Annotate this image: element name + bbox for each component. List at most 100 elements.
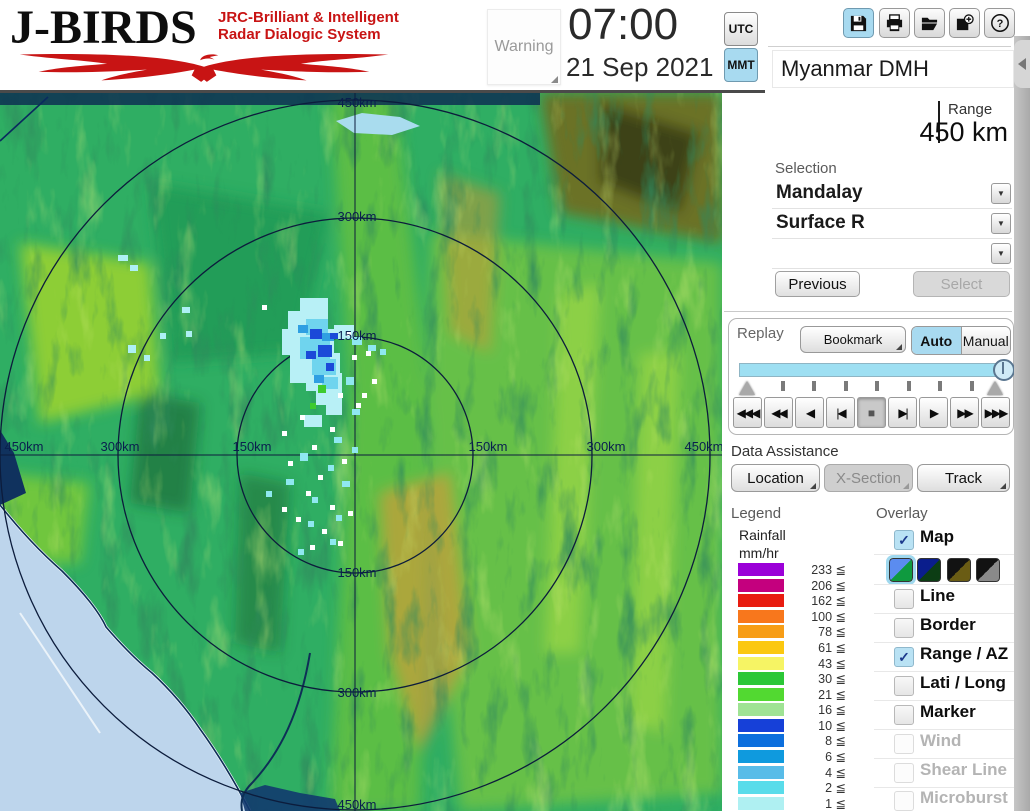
radar-map-area[interactable]: 450km 300km 150km 150km 300km 450km 450k… — [0, 93, 724, 811]
rewind-button[interactable]: ◀◀ — [764, 397, 793, 428]
save-icon — [850, 15, 867, 31]
bookmark-button-label: Bookmark — [823, 332, 883, 347]
replay-progress-slider[interactable] — [739, 359, 1015, 381]
site-dropdown[interactable]: Mandalay ▼ — [772, 180, 1012, 209]
play-button[interactable]: ▶ — [919, 397, 948, 428]
extra-dropdown[interactable]: ▼ — [772, 240, 1012, 269]
overlay-item-range-az: Range / AZ — [920, 644, 1009, 663]
product-dropdown[interactable]: Surface R ▼ — [772, 210, 1012, 239]
lati-long-checkbox[interactable] — [894, 676, 914, 696]
ring-label-top-300: 300km — [337, 209, 376, 224]
replay-label: Replay — [737, 325, 784, 342]
overlay-item-microburst: Microburst — [920, 788, 1008, 807]
utc-button[interactable]: UTC — [724, 12, 758, 46]
fast-rewind-button[interactable]: ◀◀◀ — [733, 397, 762, 428]
print-button[interactable] — [879, 8, 910, 38]
replay-tick — [812, 381, 816, 391]
legend-value: 1 ≦ — [825, 797, 846, 811]
site-dropdown-button[interactable]: ▼ — [991, 183, 1011, 204]
track-button[interactable]: Track — [917, 464, 1010, 492]
line-checkbox[interactable] — [894, 589, 914, 609]
map-style-swatch-1[interactable] — [886, 555, 916, 585]
microburst-checkbox — [894, 791, 914, 811]
logo-tagline-line1: JRC-Brilliant & Intelligent — [218, 9, 399, 26]
legend-swatch — [738, 672, 784, 685]
legend-swatch — [738, 657, 784, 670]
marker-checkbox[interactable] — [894, 705, 914, 725]
ring-label-bottom-300: 300km — [337, 685, 376, 700]
overlay-item-shear-line: Shear Line — [920, 760, 1007, 779]
legend-value: 8 ≦ — [825, 734, 846, 748]
panel-collapse-tab[interactable] — [1014, 40, 1030, 88]
logo-title: J-BIRDS — [10, 1, 197, 54]
map-style-swatch-3[interactable] — [947, 558, 971, 582]
map-style-swatch-2[interactable] — [917, 558, 941, 582]
selection-label: Selection — [775, 160, 837, 177]
map-style-swatch-4[interactable] — [976, 558, 1000, 582]
previous-button[interactable]: Previous — [775, 271, 860, 297]
legend-swatch — [738, 625, 784, 638]
menu-grip-icon — [903, 483, 909, 489]
range-value: 450 km — [919, 117, 1008, 147]
play-backward-button[interactable]: ◀ — [795, 397, 824, 428]
radar-map[interactable]: 450km 300km 150km 150km 300km 450km 450k… — [0, 93, 724, 811]
help-button[interactable]: ? — [984, 8, 1015, 38]
legend-value: 6 ≦ — [825, 750, 846, 764]
extra-dropdown-button[interactable]: ▼ — [991, 243, 1011, 264]
overlay-item-wind: Wind — [920, 731, 962, 750]
open-folder-icon — [921, 17, 938, 30]
legend-value: 4 ≦ — [825, 766, 846, 780]
collapse-left-arrow-icon — [1018, 58, 1026, 70]
overlay-divider — [874, 700, 1014, 701]
step-forward-button[interactable]: ▶| — [888, 397, 917, 428]
legend-value: 100 ≦ — [811, 610, 846, 624]
overlay-divider — [874, 671, 1014, 672]
menu-grip-icon — [896, 344, 902, 350]
replay-tick — [781, 381, 785, 391]
clock-date: 21 Sep 2021 — [566, 52, 714, 82]
legend-value: 206 ≦ — [811, 579, 846, 593]
eagle-icon — [19, 53, 389, 82]
replay-mode-toggle: Auto Manual — [911, 326, 1011, 355]
map-checkbox[interactable]: ✓ — [894, 530, 914, 550]
product-dropdown-value: Surface R — [776, 212, 865, 233]
overlay-item-line: Line — [920, 586, 955, 605]
stop-button[interactable]: ■ — [857, 397, 886, 428]
select-button[interactable]: Select — [913, 271, 1010, 297]
panel-edge-strip — [1014, 36, 1030, 811]
overlay-label: Overlay — [876, 505, 928, 522]
legend-value: 61 ≦ — [818, 641, 846, 655]
open-file-button[interactable] — [914, 8, 945, 38]
help-icon: ? — [990, 14, 1009, 32]
legend-swatch — [738, 688, 784, 701]
replay-end-marker[interactable] — [987, 381, 1003, 395]
manual-mode-button[interactable]: Manual — [960, 327, 1010, 354]
add-image-icon — [956, 13, 974, 30]
print-icon — [886, 13, 903, 31]
fast-forward-button[interactable]: ▶▶ — [950, 397, 979, 428]
add-image-button[interactable] — [949, 8, 980, 38]
range-az-checkbox[interactable]: ✓ — [894, 647, 914, 667]
bookmark-button[interactable]: Bookmark — [800, 326, 906, 353]
playback-controls: ◀◀◀ ◀◀ ◀ |◀ ■ ▶| ▶ ▶▶ ▶▶▶ — [733, 397, 1010, 428]
step-back-button[interactable]: |◀ — [826, 397, 855, 428]
replay-slider-handle[interactable] — [993, 359, 1015, 381]
legend-swatch — [738, 781, 784, 794]
legend-value: 2 ≦ — [825, 781, 846, 795]
product-dropdown-button[interactable]: ▼ — [991, 213, 1011, 234]
data-assistance-label: Data Assistance — [731, 443, 839, 460]
ring-label-bottom-450: 450km — [337, 797, 376, 811]
mmt-button[interactable]: MMT — [724, 48, 758, 82]
replay-start-marker[interactable] — [739, 381, 755, 395]
overlay-divider — [874, 613, 1014, 614]
auto-mode-button[interactable]: Auto — [912, 327, 961, 354]
save-button[interactable] — [843, 8, 874, 38]
border-checkbox[interactable] — [894, 618, 914, 638]
location-button[interactable]: Location — [731, 464, 820, 492]
fastest-forward-button[interactable]: ▶▶▶ — [981, 397, 1010, 428]
replay-group: Replay Bookmark Auto Manual ◀◀◀ ◀◀ ◀ |◀ … — [728, 318, 1015, 435]
warning-panel[interactable]: Warning — [487, 9, 561, 85]
replay-tick — [875, 381, 879, 391]
overlay-item-lati-long: Lati / Long — [920, 673, 1006, 692]
xsection-button[interactable]: X-Section — [824, 464, 913, 492]
